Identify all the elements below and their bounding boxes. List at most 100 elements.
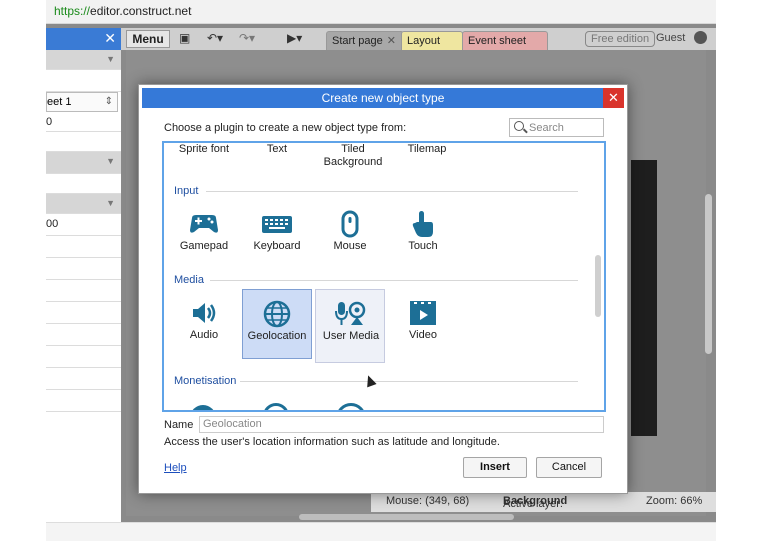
- list-scrollbar[interactable]: [595, 255, 601, 317]
- layout-object: [631, 160, 657, 436]
- plugin-text[interactable]: Text: [247, 143, 307, 156]
- divider: [210, 280, 578, 281]
- tab-label: Start page: [332, 35, 383, 47]
- vertical-scrollbar[interactable]: [705, 194, 712, 354]
- category-monetisation: Monetisation: [174, 375, 237, 387]
- microphone-webcam-icon: [335, 301, 366, 325]
- plugin-video[interactable]: Video: [388, 289, 458, 359]
- plugin-label: Touch: [408, 240, 438, 252]
- globe-icon: [263, 300, 291, 328]
- monetisation-plugin-icon[interactable]: [336, 403, 366, 410]
- plugin-sprite-font[interactable]: Sprite font: [174, 143, 234, 156]
- name-field[interactable]: Geolocation: [199, 416, 604, 433]
- chevron-down-icon[interactable]: ▼: [106, 156, 115, 166]
- plugin-tiled-background[interactable]: Tiled Background: [320, 143, 386, 169]
- plugin-audio[interactable]: Audio: [169, 289, 239, 359]
- menu-button[interactable]: Menu: [126, 30, 170, 48]
- plugin-keyboard[interactable]: Keyboard: [242, 200, 312, 270]
- active-layer: Active layer: Background: [503, 495, 568, 510]
- dialog-title: Create new object type: [142, 88, 624, 108]
- divider: [240, 381, 578, 382]
- user-avatar-icon[interactable]: [694, 31, 707, 44]
- divider: [206, 191, 578, 192]
- plugin-label: Mouse: [333, 240, 367, 252]
- tab-layout[interactable]: Layout 1✕: [401, 31, 463, 65]
- video-icon: [410, 301, 436, 325]
- plugin-mouse[interactable]: Mouse: [315, 200, 385, 270]
- plugin-gamepad[interactable]: Gamepad: [169, 200, 239, 270]
- close-icon[interactable]: ✕: [387, 35, 396, 47]
- plugin-touch[interactable]: Touch: [388, 200, 458, 270]
- property-category[interactable]: ▼: [46, 50, 121, 70]
- property-row: [46, 236, 121, 258]
- gamepad-icon: [190, 215, 218, 233]
- property-row: 00: [46, 214, 121, 236]
- property-row: [46, 302, 121, 324]
- dialog-prompt: Choose a plugin to create a new object t…: [164, 122, 407, 134]
- property-row: [46, 346, 121, 368]
- speaker-icon: [193, 303, 216, 323]
- monetisation-plugin-icon[interactable]: [263, 403, 289, 410]
- layout-select-value: eet 1: [47, 96, 72, 108]
- close-icon[interactable]: ✕: [603, 88, 624, 108]
- status-bar: Mouse: (349, 68) Active layer: Backgroun…: [371, 492, 716, 512]
- main-toolbar: Menu ▣ ↶▾ ↷▾ ▶▾ Start page ✕ Layout 1✕ Ev…: [121, 28, 716, 65]
- plugin-label: Keyboard: [253, 240, 301, 252]
- chevron-down-icon[interactable]: ▼: [106, 198, 115, 208]
- mouse-icon: [341, 210, 359, 238]
- plugin-tilemap[interactable]: Tilemap: [397, 143, 457, 156]
- preview-play-icon[interactable]: ▶▾: [287, 31, 302, 45]
- plugin-geolocation[interactable]: Geolocation: [242, 289, 312, 359]
- close-icon[interactable]: ✕: [104, 30, 116, 47]
- insert-button[interactable]: Insert: [463, 457, 527, 478]
- mouse-position: Mouse: (349, 68): [386, 495, 470, 507]
- category-input: Input: [174, 185, 199, 197]
- property-row: [46, 70, 121, 92]
- tab-start-page[interactable]: Start page ✕: [326, 31, 404, 50]
- plugin-label: Audio: [189, 329, 219, 341]
- chevron-down-icon[interactable]: ▼: [106, 54, 115, 64]
- plugin-label: User Media: [322, 330, 380, 342]
- mouse-cursor-icon: [363, 373, 377, 388]
- properties-panel: ✕ ▼ eet 1 ⇕ 0 ▼ ▼ 00: [46, 28, 121, 522]
- free-edition-badge[interactable]: Free edition: [585, 31, 656, 47]
- plugin-label: Gamepad: [179, 240, 229, 252]
- address-bar[interactable]: https://editor.construct.net: [46, 0, 716, 24]
- monetisation-plugin-icon[interactable]: [190, 405, 216, 410]
- property-row: [46, 390, 121, 412]
- property-value: 00: [46, 218, 59, 230]
- layout-select[interactable]: eet 1 ⇕: [46, 92, 118, 112]
- horizontal-scrollbar[interactable]: [299, 514, 514, 520]
- property-row: [46, 324, 121, 346]
- properties-header: ✕: [46, 28, 121, 50]
- plugin-user-media[interactable]: User Media: [315, 289, 385, 363]
- property-value: 0: [46, 116, 53, 128]
- plugin-description: Access the user's location information s…: [164, 436, 500, 448]
- redo-icon[interactable]: ↷▾: [239, 31, 255, 45]
- property-category[interactable]: ▼: [46, 194, 121, 214]
- create-object-dialog: Create new object type ✕ Choose a plugin…: [138, 84, 628, 494]
- name-label: Name: [164, 419, 194, 431]
- property-row: 0: [46, 112, 121, 132]
- property-row: [46, 258, 121, 280]
- plugin-list[interactable]: Sprite font Text Tiled Background Tilema…: [162, 141, 606, 412]
- zoom-level: Zoom: 66%: [646, 495, 703, 507]
- url-text: https://editor.construct.net: [54, 4, 192, 18]
- help-link[interactable]: Help: [164, 462, 187, 474]
- keyboard-icon: [262, 216, 292, 233]
- property-category[interactable]: ▼: [46, 152, 121, 174]
- property-row: [46, 280, 121, 302]
- search-placeholder: Search: [529, 122, 564, 134]
- search-icon: [514, 121, 524, 131]
- category-media: Media: [174, 274, 204, 286]
- cancel-button[interactable]: Cancel: [536, 457, 602, 478]
- search-input[interactable]: Search: [509, 118, 604, 137]
- plugin-label: Video: [409, 329, 437, 341]
- undo-icon[interactable]: ↶▾: [207, 31, 223, 45]
- guest-label[interactable]: Guest: [656, 32, 685, 44]
- property-row: [46, 174, 121, 194]
- touch-icon: [412, 211, 433, 237]
- save-icon[interactable]: ▣: [179, 31, 190, 45]
- tab-event-sheet[interactable]: Event sheet 1✕: [462, 31, 548, 65]
- property-row: [46, 132, 121, 152]
